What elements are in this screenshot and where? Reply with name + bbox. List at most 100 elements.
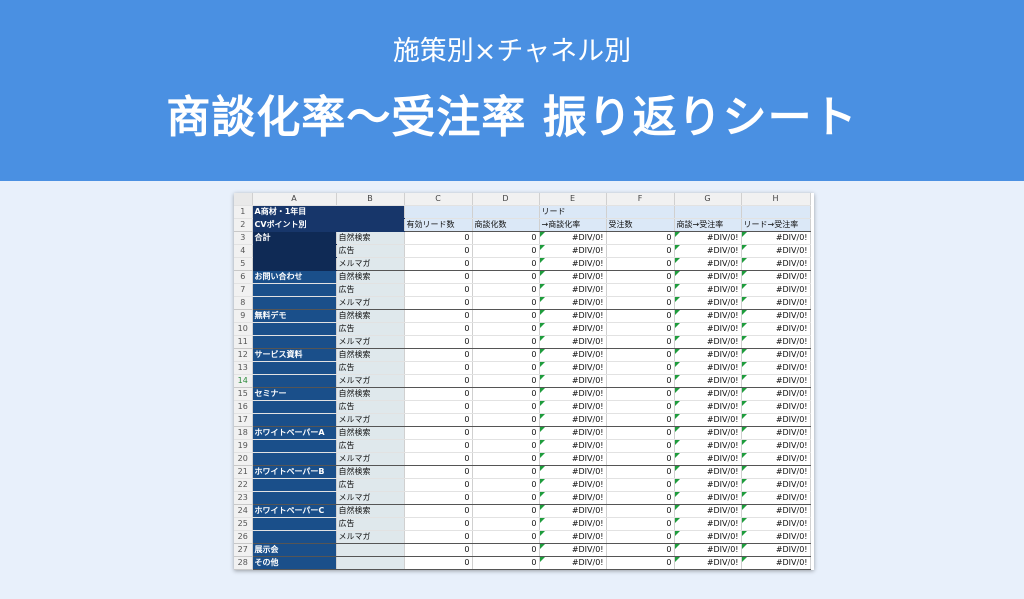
value-cell-e[interactable]: #DIV/0! bbox=[539, 478, 607, 492]
value-cell-e[interactable]: #DIV/0! bbox=[539, 231, 607, 245]
value-cell-g[interactable]: #DIV/0! bbox=[674, 322, 742, 336]
row-number[interactable]: 10 bbox=[234, 322, 253, 336]
row-number[interactable]: 5 bbox=[234, 257, 253, 271]
row-number[interactable]: 26 bbox=[234, 530, 253, 544]
value-cell-c[interactable]: 0 bbox=[404, 426, 473, 440]
row-number[interactable]: 11 bbox=[234, 335, 253, 349]
value-cell-f[interactable]: 0 bbox=[606, 517, 675, 531]
value-cell-e[interactable]: #DIV/0! bbox=[539, 530, 607, 544]
value-cell-g[interactable]: #DIV/0! bbox=[674, 348, 742, 362]
value-cell-c[interactable]: 0 bbox=[404, 556, 473, 570]
value-cell-f[interactable]: 0 bbox=[606, 387, 675, 401]
value-cell-d[interactable]: 0 bbox=[472, 504, 540, 518]
value-cell-c[interactable]: 0 bbox=[404, 504, 473, 518]
column-header-e[interactable]: E bbox=[539, 193, 607, 206]
row-number[interactable]: 4 bbox=[234, 244, 253, 258]
category-cell[interactable] bbox=[252, 517, 337, 531]
value-cell-f[interactable]: 0 bbox=[606, 465, 675, 479]
value-cell-e[interactable]: #DIV/0! bbox=[539, 348, 607, 362]
value-cell-g[interactable]: #DIV/0! bbox=[674, 296, 742, 310]
value-cell-g[interactable]: #DIV/0! bbox=[674, 361, 742, 375]
value-cell-h[interactable]: #DIV/0! bbox=[741, 530, 811, 544]
value-cell-f[interactable]: 0 bbox=[606, 439, 675, 453]
row-number[interactable]: 7 bbox=[234, 283, 253, 297]
value-cell-g[interactable]: #DIV/0! bbox=[674, 556, 742, 570]
value-cell-g[interactable]: #DIV/0! bbox=[674, 400, 742, 414]
value-cell-d[interactable]: 0 bbox=[472, 491, 540, 505]
value-cell-e[interactable]: #DIV/0! bbox=[539, 296, 607, 310]
channel-cell[interactable]: 自然検索 bbox=[336, 348, 405, 362]
value-cell-e[interactable]: #DIV/0! bbox=[539, 400, 607, 414]
value-cell-f[interactable]: 0 bbox=[606, 426, 675, 440]
category-cell[interactable]: 無料デモ bbox=[252, 309, 337, 323]
channel-cell[interactable]: 広告 bbox=[336, 361, 405, 375]
value-cell-g[interactable]: #DIV/0! bbox=[674, 478, 742, 492]
value-cell-h[interactable]: #DIV/0! bbox=[741, 361, 811, 375]
value-cell-e[interactable]: #DIV/0! bbox=[539, 257, 607, 271]
header-cell-c1[interactable] bbox=[404, 205, 473, 219]
value-cell-f[interactable]: 0 bbox=[606, 400, 675, 414]
value-cell-h[interactable]: #DIV/0! bbox=[741, 283, 811, 297]
value-cell-d[interactable]: 0 bbox=[472, 543, 540, 557]
value-cell-c[interactable]: 0 bbox=[404, 491, 473, 505]
value-cell-d[interactable]: 0 bbox=[472, 413, 540, 427]
row-number[interactable]: 22 bbox=[234, 478, 253, 492]
value-cell-d[interactable]: 0 bbox=[472, 452, 540, 466]
value-cell-h[interactable]: #DIV/0! bbox=[741, 257, 811, 271]
value-cell-c[interactable]: 0 bbox=[404, 361, 473, 375]
category-cell[interactable] bbox=[252, 322, 337, 336]
channel-cell[interactable]: メルマガ bbox=[336, 335, 405, 349]
header-cell-c2[interactable]: 有効リード数 bbox=[404, 218, 473, 232]
row-number[interactable]: 16 bbox=[234, 400, 253, 414]
value-cell-h[interactable]: #DIV/0! bbox=[741, 244, 811, 258]
category-cell[interactable]: ホワイトペーパーC bbox=[252, 504, 337, 518]
channel-cell[interactable]: メルマガ bbox=[336, 413, 405, 427]
value-cell-g[interactable]: #DIV/0! bbox=[674, 543, 742, 557]
value-cell-e[interactable]: #DIV/0! bbox=[539, 426, 607, 440]
header-cell-h1[interactable] bbox=[741, 205, 811, 219]
value-cell-h[interactable]: #DIV/0! bbox=[741, 296, 811, 310]
channel-cell[interactable]: 自然検索 bbox=[336, 270, 405, 284]
value-cell-g[interactable]: #DIV/0! bbox=[674, 439, 742, 453]
category-cell[interactable]: セミナー bbox=[252, 387, 337, 401]
category-cell[interactable] bbox=[252, 439, 337, 453]
value-cell-h[interactable]: #DIV/0! bbox=[741, 270, 811, 284]
row-number[interactable]: 15 bbox=[234, 387, 253, 401]
value-cell-e[interactable]: #DIV/0! bbox=[539, 491, 607, 505]
category-cell[interactable] bbox=[252, 244, 337, 258]
value-cell-h[interactable]: #DIV/0! bbox=[741, 387, 811, 401]
value-cell-f[interactable]: 0 bbox=[606, 452, 675, 466]
value-cell-f[interactable]: 0 bbox=[606, 244, 675, 258]
value-cell-f[interactable]: 0 bbox=[606, 361, 675, 375]
channel-cell[interactable]: 自然検索 bbox=[336, 387, 405, 401]
value-cell-f[interactable]: 0 bbox=[606, 543, 675, 557]
value-cell-e[interactable]: #DIV/0! bbox=[539, 270, 607, 284]
value-cell-g[interactable]: #DIV/0! bbox=[674, 426, 742, 440]
value-cell-h[interactable]: #DIV/0! bbox=[741, 413, 811, 427]
value-cell-h[interactable]: #DIV/0! bbox=[741, 335, 811, 349]
channel-cell[interactable]: メルマガ bbox=[336, 257, 405, 271]
row-number[interactable]: 19 bbox=[234, 439, 253, 453]
value-cell-d[interactable]: 0 bbox=[472, 231, 540, 245]
value-cell-h[interactable]: #DIV/0! bbox=[741, 543, 811, 557]
channel-cell[interactable] bbox=[336, 543, 405, 557]
channel-cell[interactable]: 自然検索 bbox=[336, 309, 405, 323]
value-cell-e[interactable]: #DIV/0! bbox=[539, 309, 607, 323]
header-cell-g2[interactable]: 商談→受注率 bbox=[674, 218, 742, 232]
value-cell-e[interactable]: #DIV/0! bbox=[539, 556, 607, 570]
row-number[interactable]: 12 bbox=[234, 348, 253, 362]
category-cell[interactable] bbox=[252, 478, 337, 492]
row-number[interactable]: 13 bbox=[234, 361, 253, 375]
value-cell-d[interactable]: 0 bbox=[472, 309, 540, 323]
value-cell-e[interactable]: #DIV/0! bbox=[539, 504, 607, 518]
value-cell-g[interactable]: #DIV/0! bbox=[674, 270, 742, 284]
value-cell-d[interactable]: 0 bbox=[472, 348, 540, 362]
value-cell-d[interactable]: 0 bbox=[472, 517, 540, 531]
row-number[interactable]: 27 bbox=[234, 543, 253, 557]
value-cell-c[interactable]: 0 bbox=[404, 413, 473, 427]
value-cell-g[interactable]: #DIV/0! bbox=[674, 452, 742, 466]
channel-cell[interactable]: メルマガ bbox=[336, 530, 405, 544]
value-cell-d[interactable]: 0 bbox=[472, 387, 540, 401]
channel-cell[interactable]: メルマガ bbox=[336, 296, 405, 310]
value-cell-g[interactable]: #DIV/0! bbox=[674, 491, 742, 505]
